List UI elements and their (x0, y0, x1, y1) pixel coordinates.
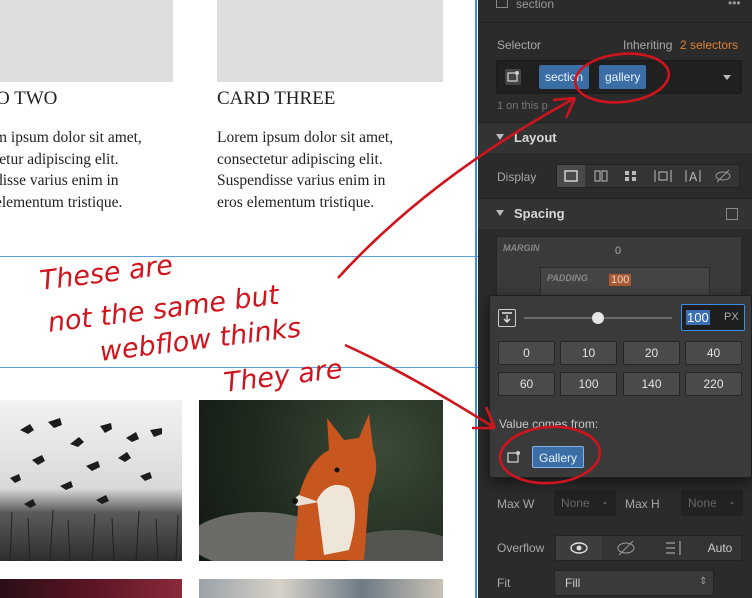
annotation-circle-selector (573, 52, 671, 104)
annotation-arrow-up (337, 96, 576, 279)
annotation-circle-source (498, 425, 602, 485)
annotation-arrow-down (344, 343, 496, 430)
